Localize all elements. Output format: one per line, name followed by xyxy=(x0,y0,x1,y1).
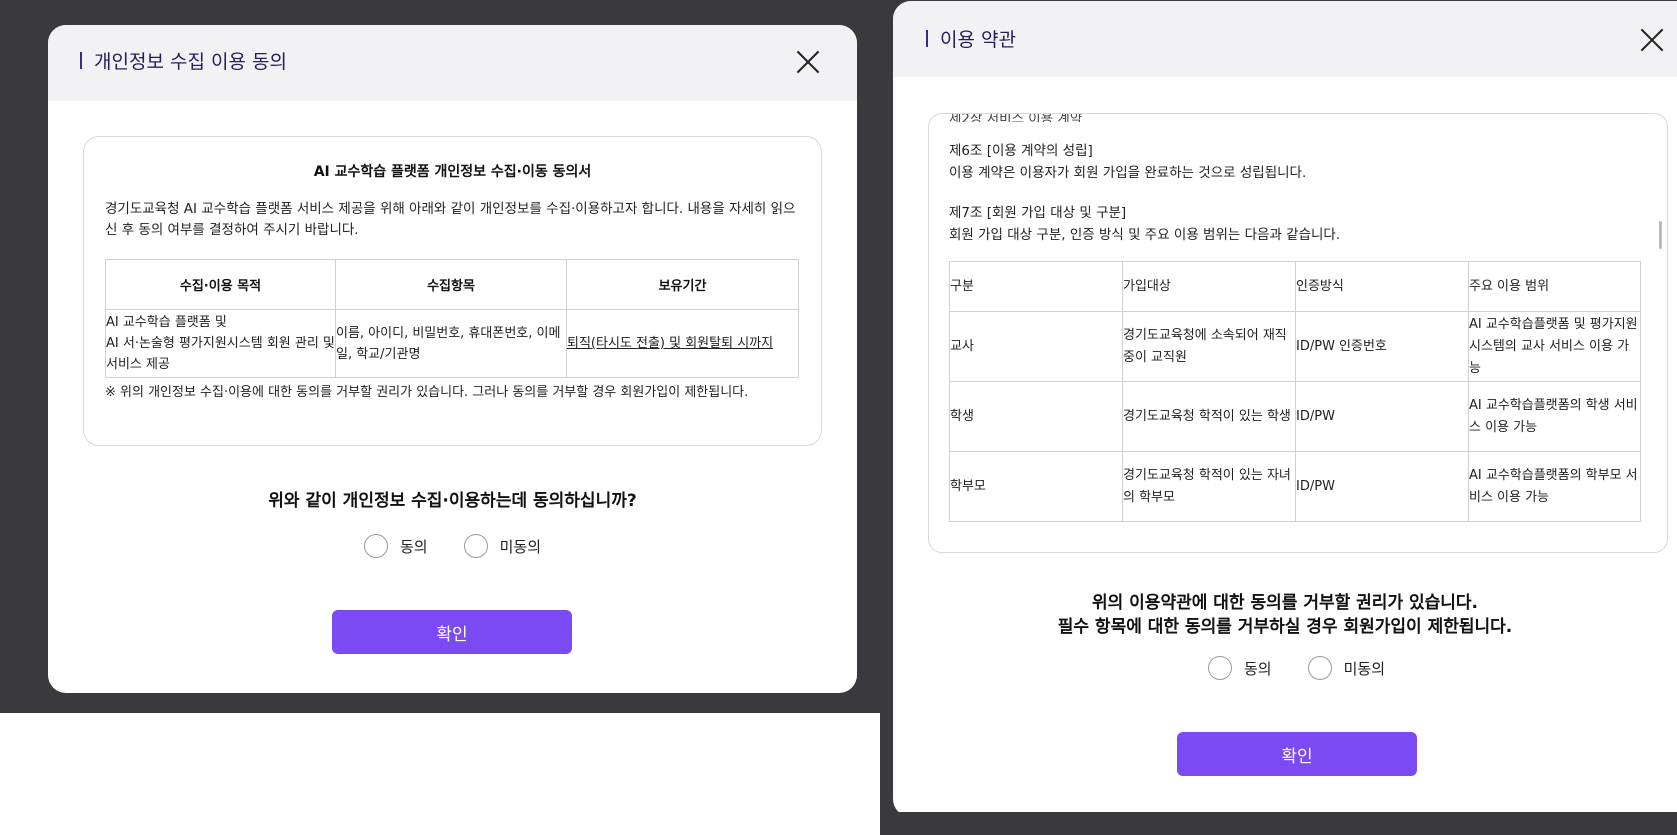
modal-header: 개인정보 수집 이용 동의 xyxy=(48,25,857,101)
disagree-radio[interactable] xyxy=(1307,656,1332,680)
purpose-text: AI 교수학습 플랫폼 및 AI 서·논술형 평가지원시스템 회원 관리 및 서… xyxy=(106,315,335,372)
table-header: 가입대상 xyxy=(1122,261,1296,312)
close-icon[interactable] xyxy=(1639,27,1665,53)
privacy-table: 수집·이용 목적 수집항목 보유기간 AI 교수학습 플랫폼 및 AI 서·논술… xyxy=(105,259,799,378)
table-row: 학생 경기도교육청 학적이 있는 학생 ID/PW AI 교수학습플랫폼의 학생… xyxy=(949,381,1641,452)
agree-option[interactable]: 동의 xyxy=(364,534,428,558)
disagree-radio[interactable] xyxy=(463,534,488,558)
notice-line: 위의 이용약관에 대한 동의를 거부할 권리가 있습니다. xyxy=(1091,593,1479,613)
table-header: 수집항목 xyxy=(335,259,567,310)
table-cell: AI 교수학습플랫폼의 학부모 서비스 이용 가능 xyxy=(1468,451,1641,522)
close-icon[interactable] xyxy=(795,49,821,75)
clause-6: 제6조 [이용 계약의 성립] 이용 계약은 이용자가 회원 가입을 완료하는 … xyxy=(949,140,1649,184)
retention-period: 퇴직(타시도 전출) 및 회원탈퇴 시까지 xyxy=(567,336,774,351)
terms-notice: 위의 이용약관에 대한 동의를 거부할 권리가 있습니다. 필수 항목에 대한 … xyxy=(893,591,1677,639)
agree-option[interactable]: 동의 xyxy=(1208,656,1272,680)
table-cell: ID/PW xyxy=(1295,451,1469,522)
table-cell: AI 교수학습 플랫폼 및 AI 서·논술형 평가지원시스템 회원 관리 및 서… xyxy=(105,309,336,378)
agree-radio[interactable] xyxy=(1208,656,1232,680)
table-cell: 경기도교육청 학적이 있는 학생 xyxy=(1122,381,1296,452)
clause-7: 제7조 [회원 가입 대상 및 구분] 회원 가입 대상 구분, 인증 방식 및… xyxy=(949,202,1649,246)
table-cell: 학생 xyxy=(949,381,1123,452)
privacy-consent-modal: 개인정보 수집 이용 동의 AI 교수학습 플랫폼 개인정보 수집·이동 동의서… xyxy=(48,25,857,693)
table-row: 교사 경기도교육청에 소속되어 재직 중이 교직원 ID/PW 인증번호 AI … xyxy=(949,311,1641,382)
clause-body: 회원 가입 대상 구분, 인증 방식 및 주요 이용 범위는 다음과 같습니다. xyxy=(949,227,1341,243)
table-header: 주요 이용 범위 xyxy=(1468,261,1641,312)
refusal-note: ※ 위의 개인정보 수집·이용에 대한 동의를 거부할 권리가 있습니다. 그러… xyxy=(105,385,749,400)
table-cell: AI 교수학습플랫폼 및 평가지원시스템의 교사 서비스 이용 가능 xyxy=(1468,311,1641,382)
document-description: 경기도교육청 AI 교수학습 플랫폼 서비스 제공을 위해 아래와 같이 개인정… xyxy=(105,201,796,238)
modal-title: 개인정보 수집 이용 동의 xyxy=(80,47,287,74)
disagree-label: 미동의 xyxy=(1343,659,1386,678)
clause-body: 이용 계약은 이용자가 회원 가입을 완료하는 것으로 성립됩니다. xyxy=(949,165,1307,181)
table-cell: 경기도교육청 학적이 있는 자녀의 학부모 xyxy=(1122,451,1296,522)
table-cell: ID/PW xyxy=(1295,381,1469,452)
scrollbar-thumb[interactable] xyxy=(1659,221,1662,249)
table-cell: 경기도교육청에 소속되어 재직 중이 교직원 xyxy=(1122,311,1296,382)
table-cell: 퇴직(타시도 전출) 및 회원탈퇴 시까지 xyxy=(566,309,799,378)
agree-radio[interactable] xyxy=(364,534,388,558)
table-cell: 교사 xyxy=(949,311,1123,382)
modal-header: 이용 약관 xyxy=(893,1,1677,77)
document-title: AI 교수학습 플랫폼 개인정보 수집·이동 동의서 xyxy=(313,164,592,180)
modal-title-text: 개인정보 수집 이용 동의 xyxy=(94,51,287,73)
title-bar-decoration xyxy=(80,52,82,69)
backdrop xyxy=(880,812,1677,835)
table-header: 인증방식 xyxy=(1295,261,1469,312)
modal-title: 이용 약관 xyxy=(926,25,1016,52)
terms-radio-group: 동의 미동의 xyxy=(1208,656,1421,680)
notice-line: 필수 항목에 대한 동의를 거부하실 경우 회원가입이 제한됩니다. xyxy=(1057,617,1513,637)
confirm-button[interactable]: 확인 xyxy=(332,610,572,654)
terms-modal: 이용 약관 제2장 서비스 이용 계약 제6조 [이용 계약의 성립] 이용 계… xyxy=(893,1,1677,817)
terms-content: 제2장 서비스 이용 계약 제6조 [이용 계약의 성립] 이용 계약은 이용자… xyxy=(949,113,1649,522)
table-cell: AI 교수학습플랫폼의 학생 서비스 이용 가능 xyxy=(1468,381,1641,452)
consent-radio-group: 동의 미동의 xyxy=(364,534,577,558)
confirm-button[interactable]: 확인 xyxy=(1177,732,1417,776)
terms-scroll-area[interactable]: 제2장 서비스 이용 계약 제6조 [이용 계약의 성립] 이용 계약은 이용자… xyxy=(928,113,1668,553)
agree-label: 동의 xyxy=(1244,659,1272,678)
disagree-option[interactable]: 미동의 xyxy=(1307,656,1386,680)
agree-label: 동의 xyxy=(400,537,428,556)
clause-title: 제7조 [회원 가입 대상 및 구분] xyxy=(949,205,1127,221)
consent-document: AI 교수학습 플랫폼 개인정보 수집·이동 동의서 경기도교육청 AI 교수학… xyxy=(83,136,822,446)
disagree-option[interactable]: 미동의 xyxy=(463,534,542,558)
table-row: AI 교수학습 플랫폼 및 AI 서·논술형 평가지원시스템 회원 관리 및 서… xyxy=(105,309,799,378)
member-type-table: 구분 가입대상 인증방식 주요 이용 범위 교사 경기도교육청에 소속되어 재직… xyxy=(949,261,1641,522)
table-header: 수집·이용 목적 xyxy=(105,259,336,310)
table-cell: 이름, 아이디, 비밀번호, 휴대폰번호, 이메일, 학교/기관명 xyxy=(335,309,567,378)
table-header: 구분 xyxy=(949,261,1123,312)
table-row: 학부모 경기도교육청 학적이 있는 자녀의 학부모 ID/PW AI 교수학습플… xyxy=(949,451,1641,522)
title-bar-decoration xyxy=(926,30,928,47)
clipped-line: 제2장 서비스 이용 계약 xyxy=(949,113,1083,122)
table-cell: ID/PW 인증번호 xyxy=(1295,311,1469,382)
clause-title: 제6조 [이용 계약의 성립] xyxy=(949,143,1093,159)
table-cell: 학부모 xyxy=(949,451,1123,522)
modal-title-text: 이용 약관 xyxy=(940,29,1016,51)
consent-question: 위와 같이 개인정보 수집·이용하는데 동의하십니까? xyxy=(268,491,637,511)
disagree-label: 미동의 xyxy=(499,537,542,556)
table-header: 보유기간 xyxy=(566,259,799,310)
